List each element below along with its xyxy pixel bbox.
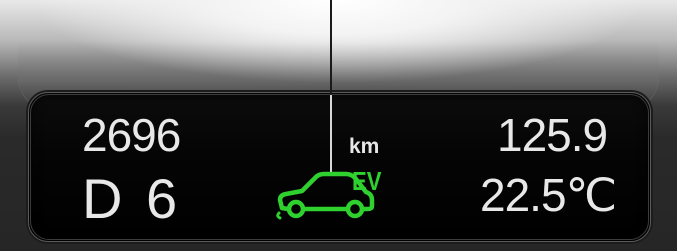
trip-value: 125.9 — [497, 109, 608, 161]
gear-indicator: D 6 — [82, 167, 182, 230]
callout-line — [330, 0, 332, 175]
outside-temperature: 22.5℃ — [480, 169, 617, 221]
distance-unit: km — [349, 135, 380, 158]
odometer-value: 2696 — [82, 109, 181, 161]
ev-mode-label: EV — [352, 166, 382, 196]
